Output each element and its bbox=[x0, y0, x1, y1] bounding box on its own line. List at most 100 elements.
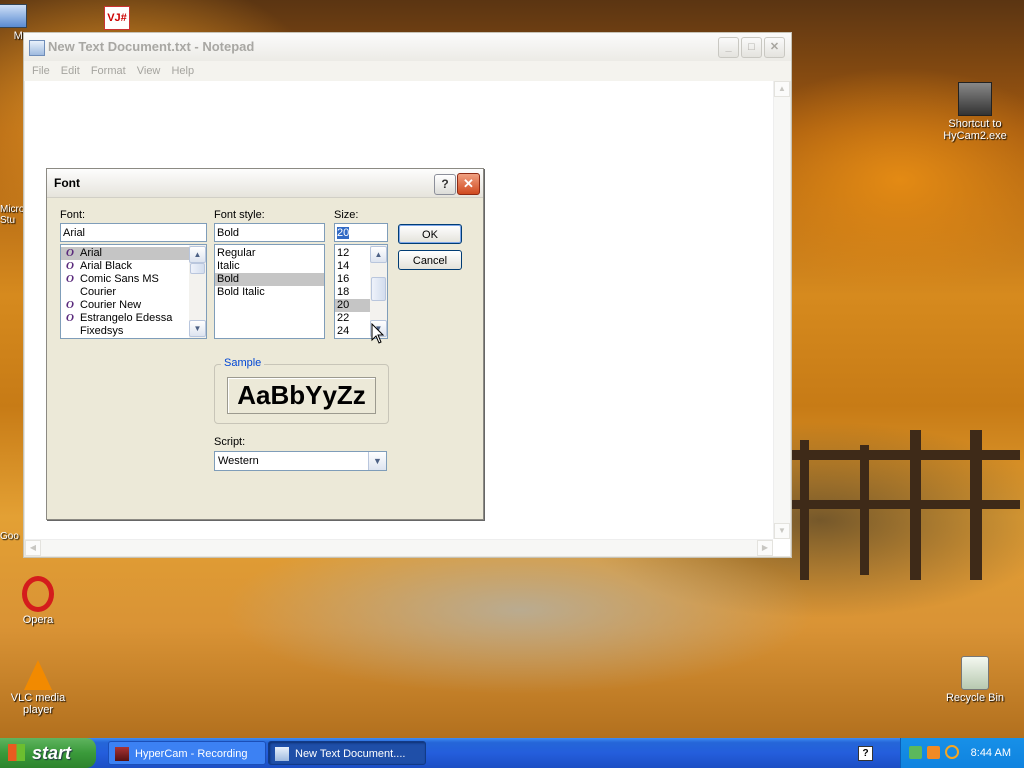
menu-edit[interactable]: Edit bbox=[61, 61, 80, 81]
script-select[interactable]: Western ▼ bbox=[214, 451, 387, 471]
font-item-label: Courier New bbox=[80, 299, 142, 311]
notepad-app-icon bbox=[29, 40, 45, 56]
list-item[interactable]: 16 bbox=[335, 273, 370, 286]
size-label: Size: bbox=[334, 209, 359, 221]
chevron-down-icon[interactable]: ▼ bbox=[368, 452, 386, 470]
list-item[interactable]: O Courier New bbox=[61, 299, 189, 312]
help-icon[interactable]: ? bbox=[434, 174, 456, 195]
sample-legend: Sample bbox=[221, 357, 265, 369]
font-style-label: Font style: bbox=[214, 209, 265, 221]
taskbar: start HyperCam - Recording New Text Docu… bbox=[0, 738, 1024, 768]
hycam-shortcut-icon[interactable]: Shortcut to HyCam2.exe bbox=[940, 82, 1010, 142]
scroll-down-icon[interactable]: ▼ bbox=[189, 320, 206, 337]
vlc-icon[interactable]: VLC media player bbox=[3, 660, 73, 716]
font-dialog-titlebar[interactable]: Font ? ✕ bbox=[47, 169, 483, 198]
font-item-label: Fixedsys bbox=[80, 325, 124, 337]
size-input[interactable]: 20 bbox=[334, 223, 388, 242]
notepad-vertical-scrollbar[interactable]: ▲ ▼ bbox=[773, 81, 790, 539]
network-icon[interactable] bbox=[909, 746, 922, 759]
scroll-thumb[interactable] bbox=[190, 263, 205, 274]
mouse-cursor-icon bbox=[371, 323, 385, 344]
notepad-icon bbox=[275, 747, 289, 761]
list-item[interactable]: Bold bbox=[215, 273, 324, 286]
vj-icon[interactable]: VJ# bbox=[104, 6, 130, 30]
scroll-right-icon[interactable]: ▶ bbox=[757, 540, 773, 556]
sample-group: Sample AaBbYyZz bbox=[214, 357, 389, 424]
font-style-list[interactable]: Regular Italic Bold Bold Italic bbox=[214, 244, 325, 339]
list-item[interactable]: Courier bbox=[61, 286, 189, 299]
font-item-label: Arial bbox=[80, 247, 103, 259]
list-item[interactable]: O Arial Black bbox=[61, 260, 189, 273]
opentype-font-icon: O bbox=[66, 247, 74, 259]
scroll-left-icon[interactable]: ◀ bbox=[25, 540, 41, 556]
google-label[interactable]: Goo bbox=[0, 531, 19, 542]
hycam-label: Shortcut to HyCam2.exe bbox=[943, 118, 1007, 142]
help-tray-icon[interactable]: ? bbox=[858, 746, 873, 761]
list-item[interactable]: 20 bbox=[335, 299, 370, 312]
font-list-scrollbar[interactable]: ▲ ▼ bbox=[189, 245, 206, 338]
opera-icon[interactable]: Opera bbox=[3, 576, 73, 626]
opera-label: Opera bbox=[22, 614, 54, 626]
opentype-font-icon: O bbox=[66, 299, 74, 311]
opentype-font-icon: O bbox=[66, 260, 74, 272]
search-icon[interactable] bbox=[945, 745, 959, 759]
notepad-menubar: File Edit Format View Help bbox=[24, 61, 791, 81]
taskbar-item-hypercam[interactable]: HyperCam - Recording bbox=[108, 741, 266, 765]
list-item[interactable]: Regular bbox=[215, 247, 324, 260]
font-dialog-title: Font bbox=[54, 176, 80, 190]
notepad-titlebar[interactable]: New Text Document.txt - Notepad _ □ ✕ bbox=[24, 33, 791, 61]
script-label: Script: bbox=[214, 436, 246, 448]
taskbar-item-label: New Text Document.... bbox=[295, 748, 406, 760]
list-item[interactable]: 22 bbox=[335, 312, 370, 325]
font-name-input[interactable]: Arial bbox=[60, 223, 207, 242]
menu-help[interactable]: Help bbox=[171, 61, 194, 81]
start-label: start bbox=[32, 743, 72, 763]
list-item[interactable]: O Comic Sans MS bbox=[61, 273, 189, 286]
volume-icon[interactable] bbox=[927, 746, 940, 759]
dialog-close-icon[interactable]: ✕ bbox=[457, 173, 480, 195]
opentype-font-icon: O bbox=[66, 312, 74, 324]
list-item[interactable]: 12 bbox=[335, 247, 370, 260]
list-item[interactable]: 18 bbox=[335, 286, 370, 299]
close-icon[interactable]: ✕ bbox=[764, 37, 785, 58]
list-item[interactable]: 14 bbox=[335, 260, 370, 273]
windows-logo-icon bbox=[8, 744, 25, 761]
menu-format[interactable]: Format bbox=[91, 61, 126, 81]
menu-file[interactable]: File bbox=[32, 61, 50, 81]
opentype-font-icon: O bbox=[66, 273, 74, 285]
recycle-bin-label: Recycle Bin bbox=[945, 692, 1005, 704]
list-item[interactable]: Bold Italic bbox=[215, 286, 324, 299]
scroll-up-icon[interactable]: ▲ bbox=[189, 246, 206, 263]
vlc-label: VLC media player bbox=[10, 692, 66, 716]
maximize-button[interactable]: □ bbox=[741, 37, 762, 58]
font-label: Font: bbox=[60, 209, 86, 221]
menu-view[interactable]: View bbox=[137, 61, 161, 81]
notepad-horizontal-scrollbar[interactable]: ◀ ▶ bbox=[25, 539, 773, 556]
micro-studio-label[interactable]: Micro Stu bbox=[0, 204, 24, 226]
system-tray: 8:44 AM bbox=[900, 738, 1024, 768]
taskbar-item-label: HyperCam - Recording bbox=[135, 748, 248, 760]
cancel-button[interactable]: Cancel bbox=[398, 250, 462, 270]
font-item-label: Courier bbox=[80, 286, 117, 298]
script-select-value: Western bbox=[218, 455, 259, 467]
font-style-input[interactable]: Bold bbox=[214, 223, 325, 242]
start-button[interactable]: start bbox=[0, 738, 96, 768]
list-item[interactable]: O Estrangelo Edessa bbox=[61, 312, 189, 325]
scroll-up-icon[interactable]: ▲ bbox=[774, 81, 790, 97]
hypercam-icon bbox=[115, 747, 129, 761]
fence-decoration bbox=[790, 430, 1020, 580]
taskbar-item-notepad[interactable]: New Text Document.... bbox=[268, 741, 426, 765]
ok-button[interactable]: OK bbox=[398, 224, 462, 244]
list-item[interactable]: Fixedsys bbox=[61, 325, 189, 338]
font-item-label: Comic Sans MS bbox=[80, 273, 159, 285]
font-item-label: Arial Black bbox=[80, 260, 132, 272]
minimize-button[interactable]: _ bbox=[718, 37, 739, 58]
scroll-down-icon[interactable]: ▼ bbox=[774, 523, 790, 539]
list-item[interactable]: O Arial bbox=[61, 247, 189, 260]
list-item[interactable]: Italic bbox=[215, 260, 324, 273]
scroll-thumb[interactable] bbox=[371, 277, 386, 301]
font-name-list[interactable]: O Arial O Arial Black O Comic Sans MS Couri… bbox=[60, 244, 207, 339]
list-item[interactable]: 24 bbox=[335, 325, 370, 338]
scroll-up-icon[interactable]: ▲ bbox=[370, 246, 387, 263]
recycle-bin-icon[interactable]: Recycle Bin bbox=[940, 656, 1010, 704]
